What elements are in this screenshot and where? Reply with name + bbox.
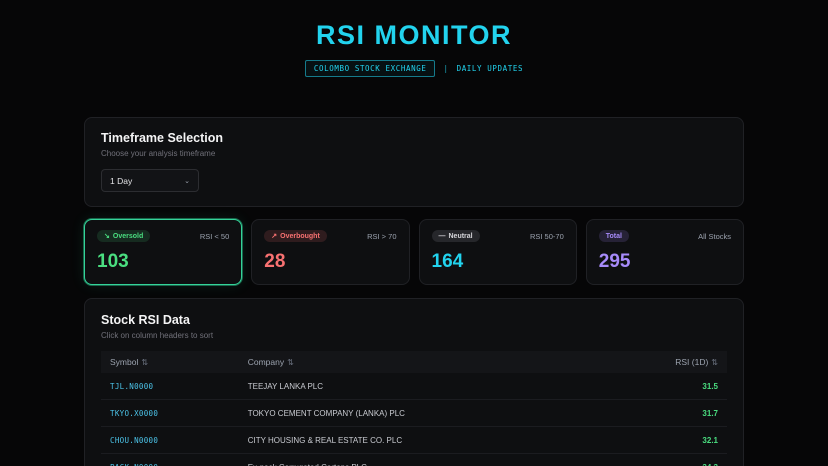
daily-updates-label: DAILY UPDATES [457, 64, 524, 73]
company-cell: TOKYO CEMENT COMPANY (LANKA) PLC [239, 400, 615, 427]
trend-up-icon: ↗ [271, 233, 277, 240]
company-cell: CITY HOUSING & REAL ESTATE CO. PLC [239, 427, 615, 454]
stat-card-overbought[interactable]: ↗ Overbought RSI > 70 28 [251, 219, 409, 285]
main-container: RSI MONITOR COLOMBO STOCK EXCHANGE | DAI… [84, 0, 744, 466]
company-cell: Ex-pack Corrugated Cartons PLC [239, 454, 615, 466]
symbol-cell: TJL.N0000 [101, 373, 239, 400]
overbought-label: Overbought [280, 233, 320, 240]
total-count: 295 [599, 251, 731, 273]
oversold-badge: ↘ Oversold [97, 230, 150, 242]
exchange-badge: COLOMBO STOCK EXCHANGE [305, 60, 436, 77]
column-header-symbol[interactable]: Symbol⇅ [101, 351, 239, 373]
rsi-cell: 34.3 [614, 454, 727, 466]
column-header-company[interactable]: Company⇅ [239, 351, 615, 373]
sort-icon: ⇅ [711, 358, 718, 367]
stock-rsi-table: Symbol⇅ Company⇅ RSI (1D)⇅ TJL.N0000 TEE… [101, 351, 727, 466]
table-row: CHOU.N0000 CITY HOUSING & REAL ESTATE CO… [101, 427, 727, 454]
timeframe-select[interactable]: 1 Day ⌄ [101, 169, 199, 192]
total-label: Total [606, 233, 622, 240]
neutral-count: 164 [432, 251, 564, 273]
total-badge: Total [599, 230, 629, 242]
table-row: TJL.N0000 TEEJAY LANKA PLC 31.5 [101, 373, 727, 400]
neutral-label: Neutral [449, 233, 473, 240]
overbought-count: 28 [264, 251, 396, 273]
timeframe-card: Timeframe Selection Choose your analysis… [84, 117, 744, 207]
sort-icon: ⇅ [141, 358, 148, 367]
timeframe-title: Timeframe Selection [101, 131, 727, 145]
stat-card-oversold[interactable]: ↘ Oversold RSI < 50 103 [84, 219, 242, 285]
neutral-condition: RSI 50-70 [530, 232, 564, 241]
dash-icon: — [439, 233, 446, 240]
column-header-rsi[interactable]: RSI (1D)⇅ [614, 351, 727, 373]
symbol-cell: CHOU.N0000 [101, 427, 239, 454]
stats-row: ↘ Oversold RSI < 50 103 ↗ Overbought RSI… [84, 219, 744, 285]
header: RSI MONITOR COLOMBO STOCK EXCHANGE | DAI… [84, 0, 744, 77]
table-title: Stock RSI Data [101, 313, 727, 327]
header-badges: COLOMBO STOCK EXCHANGE | DAILY UPDATES [84, 60, 744, 77]
chevron-down-icon: ⌄ [184, 177, 190, 185]
sort-icon: ⇅ [287, 358, 294, 367]
table-row: TKYO.X0000 TOKYO CEMENT COMPANY (LANKA) … [101, 400, 727, 427]
table-header-row: Symbol⇅ Company⇅ RSI (1D)⇅ [101, 351, 727, 373]
timeframe-subtitle: Choose your analysis timeframe [101, 149, 727, 158]
timeframe-selected-value: 1 Day [110, 176, 132, 186]
symbol-cell: TKYO.X0000 [101, 400, 239, 427]
rsi-cell: 31.5 [614, 373, 727, 400]
rsi-cell: 32.1 [614, 427, 727, 454]
overbought-condition: RSI > 70 [367, 232, 396, 241]
company-cell: TEEJAY LANKA PLC [239, 373, 615, 400]
rsi-cell: 31.7 [614, 400, 727, 427]
symbol-cell: PACK.N0000 [101, 454, 239, 466]
overbought-badge: ↗ Overbought [264, 230, 327, 242]
oversold-count: 103 [97, 251, 229, 273]
oversold-label: Oversold [113, 233, 143, 240]
neutral-badge: — Neutral [432, 230, 480, 242]
oversold-condition: RSI < 50 [200, 232, 229, 241]
table-subtitle: Click on column headers to sort [101, 331, 727, 340]
page-title: RSI MONITOR [84, 20, 744, 51]
badge-separator: | [443, 64, 448, 73]
total-condition: All Stocks [698, 232, 731, 241]
table-row: PACK.N0000 Ex-pack Corrugated Cartons PL… [101, 454, 727, 466]
stock-rsi-card: Stock RSI Data Click on column headers t… [84, 298, 744, 466]
trend-down-icon: ↘ [104, 233, 110, 240]
stat-card-total[interactable]: Total All Stocks 295 [586, 219, 744, 285]
stat-card-neutral[interactable]: — Neutral RSI 50-70 164 [419, 219, 577, 285]
